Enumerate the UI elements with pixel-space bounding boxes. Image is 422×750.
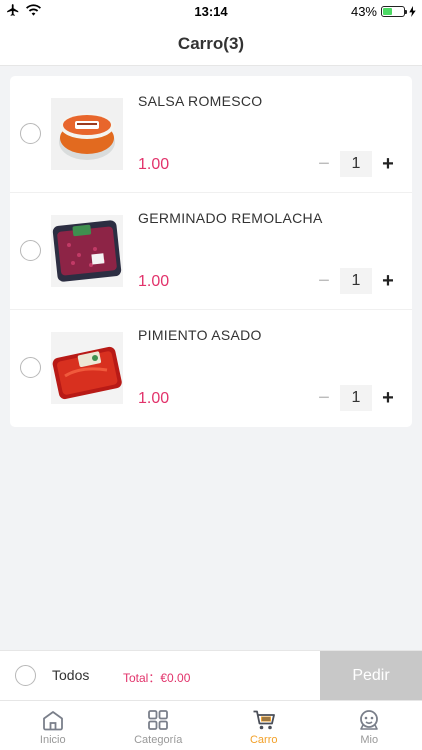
battery-fill — [383, 8, 392, 15]
product-name[interactable]: GERMINADO REMOLACHA — [138, 210, 323, 226]
product-name[interactable]: SALSA ROMESCO — [138, 93, 263, 109]
cart-icon — [253, 710, 275, 730]
charging-icon — [409, 6, 416, 17]
nav-bar: Carro (3) — [0, 22, 422, 66]
quantity-value[interactable]: 1 — [340, 385, 372, 411]
cart-count: (3) — [223, 33, 245, 53]
cart-list: SALSA ROMESCO 1.00 − 1 + GERMINADO REMOL… — [10, 76, 412, 427]
cart-item: GERMINADO REMOLACHA 1.00 − 1 + — [10, 193, 412, 310]
quantity-stepper: − 1 + — [316, 385, 396, 411]
order-button[interactable]: Pedir — [320, 651, 422, 701]
product-price: 1.00 — [138, 273, 170, 290]
increase-quantity-button[interactable]: + — [380, 385, 396, 411]
decrease-quantity-button[interactable]: − — [316, 385, 332, 411]
quantity-stepper: − 1 + — [316, 268, 396, 294]
grid-icon — [148, 710, 169, 730]
cart-total: Total：€0.00 — [123, 671, 191, 685]
product-image-germinado-remolacha[interactable] — [51, 215, 123, 287]
tab-inicio[interactable]: Inicio — [0, 701, 106, 750]
battery-percent: 43% — [350, 4, 377, 19]
tab-label: Mio — [360, 734, 379, 746]
page-title: Carro — [177, 33, 224, 53]
product-image-salsa-romesco[interactable] — [51, 98, 123, 170]
battery-icon — [381, 6, 407, 17]
tab-label: Categoría — [134, 734, 183, 746]
tab-bar: Inicio Categoría Carro Mio — [0, 700, 422, 750]
quantity-stepper: − 1 + — [316, 151, 396, 177]
tab-mio[interactable]: Mio — [317, 701, 422, 750]
cart-item: SALSA ROMESCO 1.00 − 1 + — [10, 76, 412, 193]
decrease-quantity-button[interactable]: − — [316, 268, 332, 294]
item-select-checkbox[interactable] — [20, 123, 41, 144]
select-all-label[interactable]: Todos — [52, 667, 89, 683]
item-select-checkbox[interactable] — [20, 357, 41, 378]
quantity-value[interactable]: 1 — [340, 151, 372, 177]
product-price: 1.00 — [138, 390, 170, 407]
quantity-value[interactable]: 1 — [340, 268, 372, 294]
profile-icon — [360, 710, 379, 730]
tab-carro[interactable]: Carro — [211, 701, 317, 750]
status-bar: 13:14 43% — [0, 0, 422, 22]
tab-categoria[interactable]: Categoría — [106, 701, 212, 750]
product-name[interactable]: PIMIENTO ASADO — [138, 327, 262, 343]
status-right: 43% — [351, 4, 416, 19]
checkout-bar: Todos Total：€0.00 Pedir — [0, 650, 422, 701]
increase-quantity-button[interactable]: + — [380, 151, 396, 177]
select-all-checkbox[interactable] — [15, 665, 36, 686]
item-select-checkbox[interactable] — [20, 240, 41, 261]
increase-quantity-button[interactable]: + — [380, 268, 396, 294]
tab-label: Carro — [249, 734, 278, 746]
tab-label: Inicio — [39, 734, 66, 746]
decrease-quantity-button[interactable]: − — [316, 151, 332, 177]
cart-item: PIMIENTO ASADO 1.00 − 1 + — [10, 310, 412, 427]
product-price: 1.00 — [138, 156, 170, 173]
product-image-pimiento-asado[interactable] — [51, 332, 123, 404]
home-icon — [42, 711, 63, 731]
